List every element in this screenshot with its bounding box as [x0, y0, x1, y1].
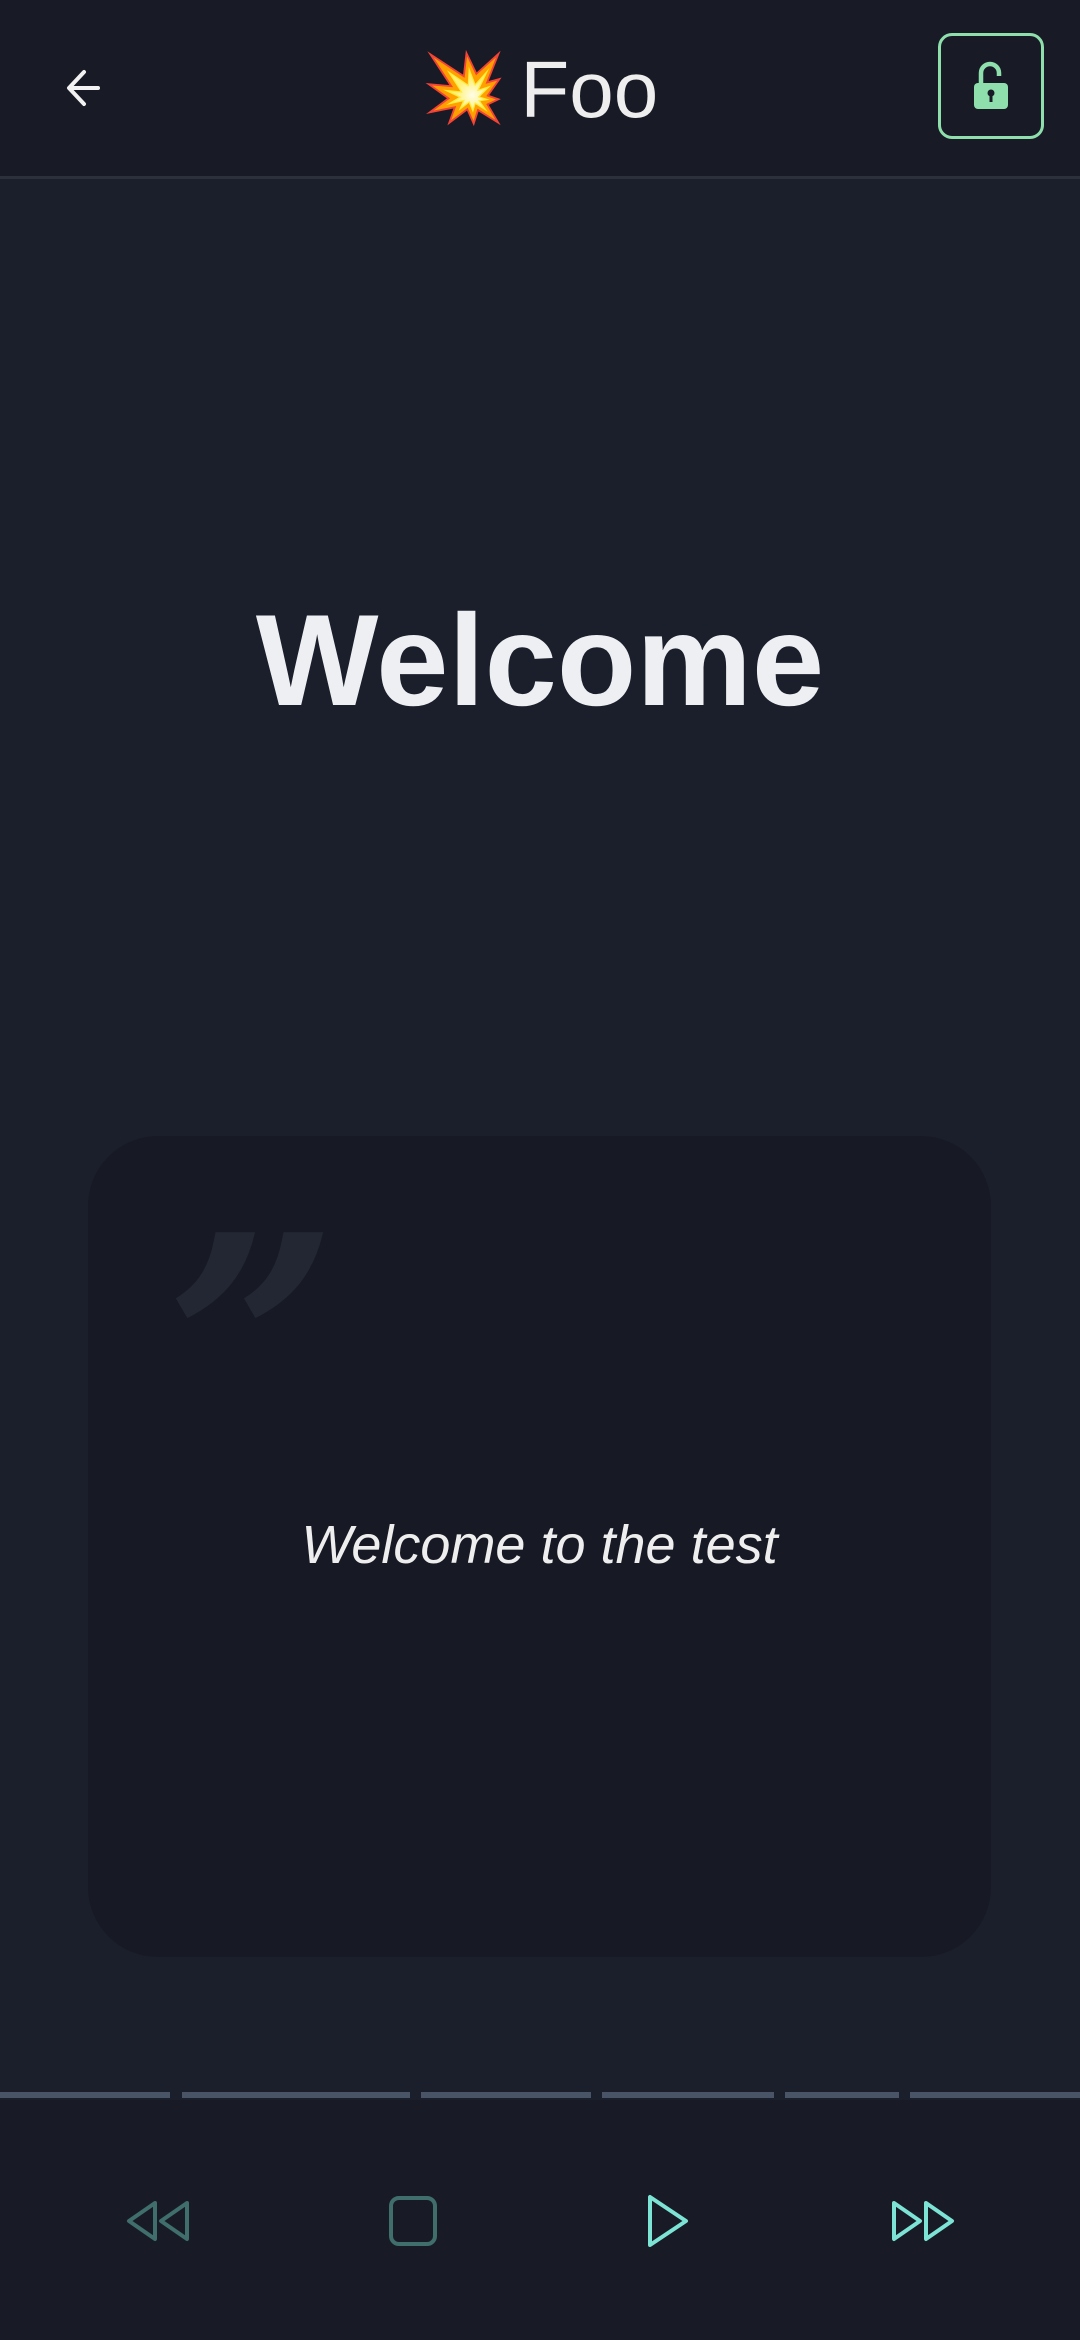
- rewind-icon: [127, 2201, 189, 2241]
- quote-text: Welcome to the test: [301, 1515, 778, 1575]
- welcome-heading: Welcome: [255, 587, 825, 733]
- collision-emoji-icon: 💥: [421, 50, 507, 126]
- title-text: Foo: [520, 45, 659, 134]
- rewind-button[interactable]: [123, 2186, 193, 2256]
- segment-progress-bar[interactable]: [0, 2092, 1080, 2098]
- playback-controls: [0, 2100, 1080, 2340]
- progress-segment[interactable]: [910, 2092, 1080, 2098]
- progress-segment[interactable]: [421, 2092, 591, 2098]
- progress-segment[interactable]: [602, 2092, 774, 2098]
- progress-segment[interactable]: [182, 2092, 410, 2098]
- quote-card: ” Welcome to the test: [88, 1136, 991, 1957]
- play-icon: [648, 2195, 688, 2247]
- stop-icon: [389, 2196, 437, 2246]
- stop-button[interactable]: [378, 2186, 448, 2256]
- top-bar: 💥 Foo: [0, 0, 1080, 179]
- play-button[interactable]: [633, 2186, 703, 2256]
- progress-segment[interactable]: [0, 2092, 170, 2098]
- progress-segment[interactable]: [785, 2092, 899, 2098]
- unlock-icon: [974, 61, 1008, 109]
- lock-toggle-button[interactable]: [938, 33, 1044, 139]
- page-title: 💥 Foo: [0, 40, 1080, 138]
- fast-forward-icon: [892, 2201, 954, 2241]
- fast-forward-button[interactable]: [888, 2186, 958, 2256]
- quote-icon: ”: [166, 1169, 339, 1522]
